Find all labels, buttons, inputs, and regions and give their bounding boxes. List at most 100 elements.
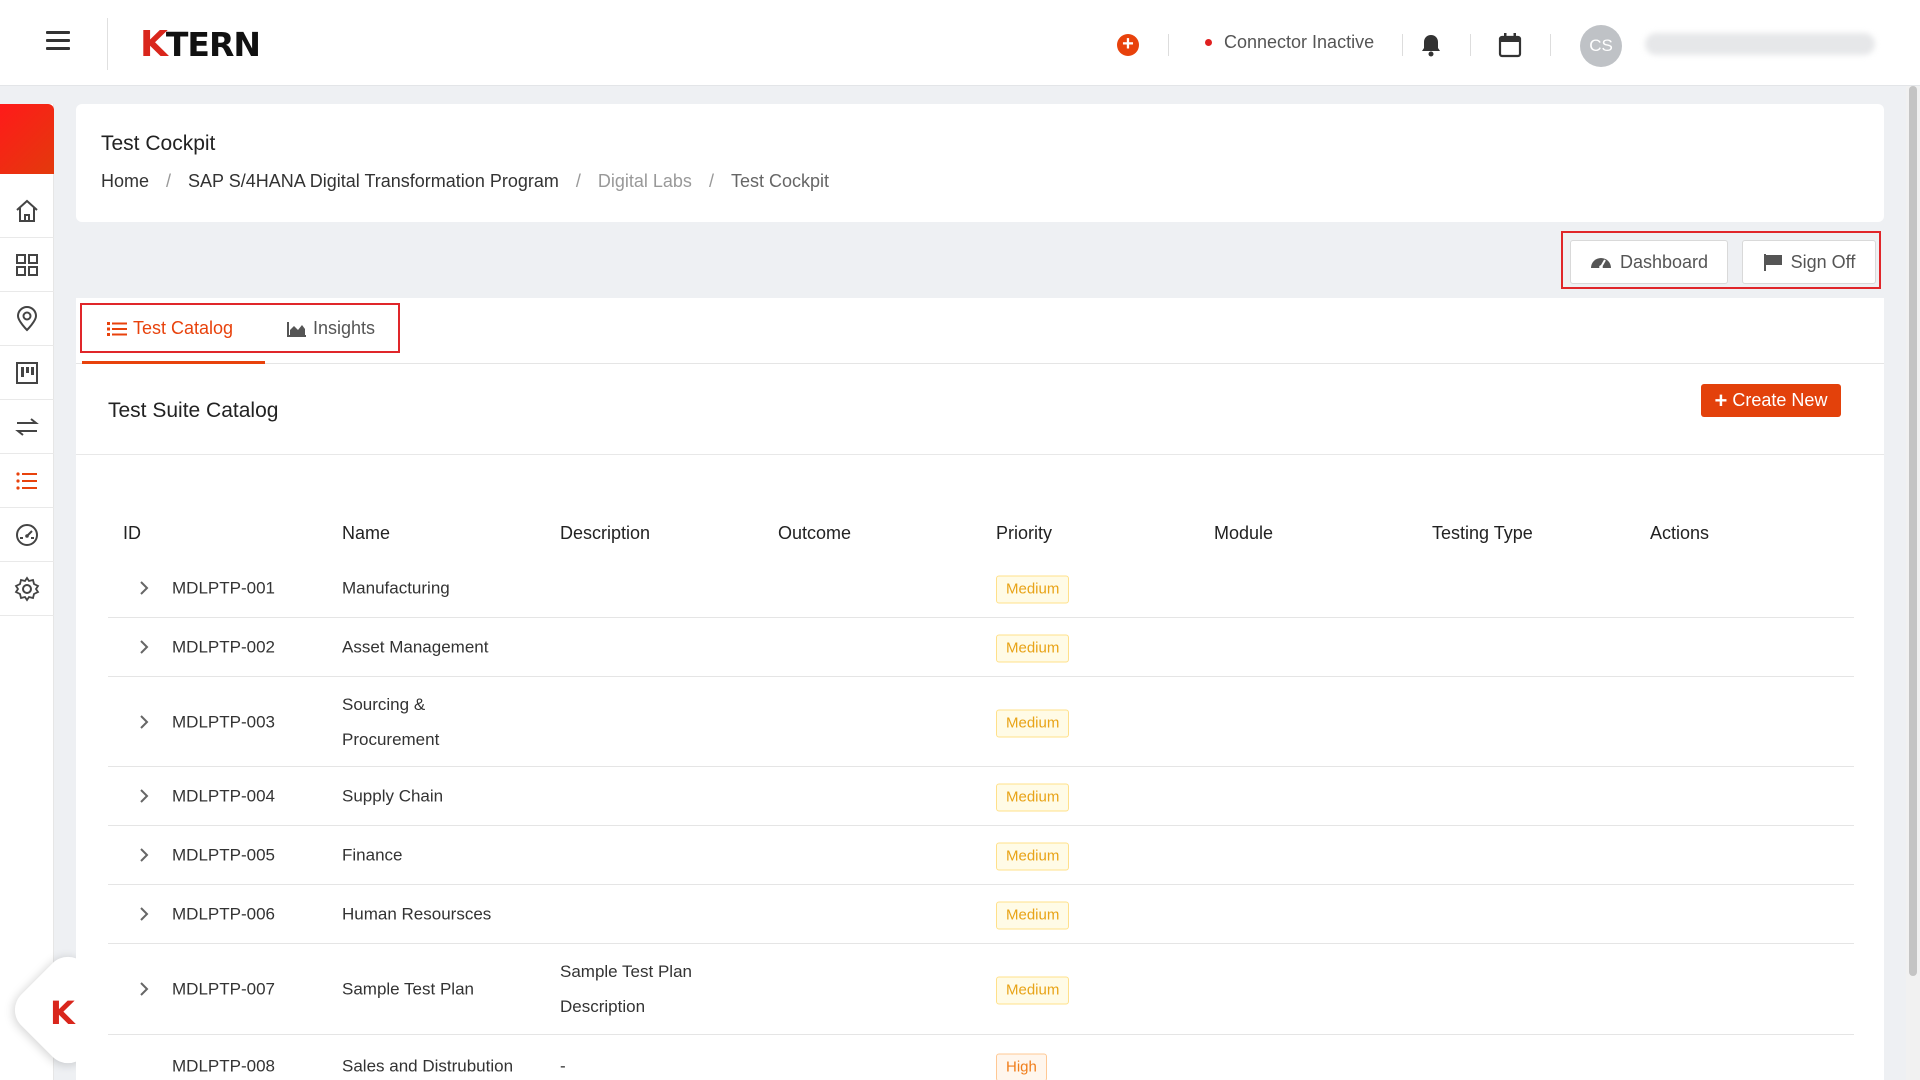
grid-icon bbox=[16, 253, 38, 276]
table-row[interactable]: MDLPTP-001 Manufacturing Medium bbox=[108, 559, 1854, 618]
priority-badge: Medium bbox=[996, 901, 1070, 930]
breadcrumb-separator: / bbox=[575, 171, 581, 191]
sidebar-item-transfer[interactable] bbox=[0, 400, 54, 454]
breadcrumb-separator: / bbox=[708, 171, 714, 191]
row-name[interactable]: Manufacturing bbox=[342, 571, 450, 606]
sidebar-item-test-catalog[interactable] bbox=[0, 454, 54, 508]
table-row[interactable]: MDLPTP-004 Supply Chain Medium bbox=[108, 767, 1854, 826]
connector-status-label: Connector Inactive bbox=[1224, 32, 1375, 52]
expand-chevron-icon[interactable] bbox=[136, 788, 152, 804]
create-new-label: Create New bbox=[1732, 390, 1828, 410]
scrollbar-thumb[interactable] bbox=[1909, 86, 1917, 976]
dashboard-gauge-icon bbox=[1590, 258, 1611, 269]
create-new-button[interactable]: + Create New bbox=[1701, 384, 1841, 417]
col-description: Description bbox=[560, 523, 651, 543]
gauge-icon bbox=[16, 523, 38, 546]
row-name[interactable]: Supply Chain bbox=[342, 779, 443, 814]
row-id: MDLPTP-005 bbox=[172, 845, 275, 865]
breadcrumb-current: Test Cockpit bbox=[730, 171, 829, 191]
table-row[interactable]: MDLPTP-005 Finance Medium bbox=[108, 826, 1854, 885]
row-id: MDLPTP-002 bbox=[172, 637, 275, 657]
table-header: ID Name Description Outcome Priority Mod… bbox=[108, 523, 1854, 559]
logo-text: TERN bbox=[165, 24, 261, 64]
username-blurred[interactable] bbox=[1645, 33, 1875, 55]
table-row[interactable]: MDLPTP-008 Sales and Distrubution - High bbox=[108, 1035, 1854, 1080]
expand-chevron-icon[interactable] bbox=[136, 714, 152, 730]
tab-insights[interactable]: Insights bbox=[287, 318, 375, 339]
settings-gear-icon bbox=[14, 575, 40, 602]
notification-bell-icon[interactable] bbox=[1420, 33, 1442, 62]
dashboard-button[interactable]: Dashboard bbox=[1570, 240, 1728, 284]
swap-arrows-icon bbox=[15, 417, 39, 436]
col-testing-type: Testing Type bbox=[1432, 523, 1533, 543]
row-id: MDLPTP-001 bbox=[172, 578, 275, 598]
col-id: ID bbox=[123, 523, 141, 543]
priority-badge: Medium bbox=[996, 976, 1070, 1005]
col-actions: Actions bbox=[1650, 523, 1710, 543]
row-id: MDLPTP-007 bbox=[172, 979, 275, 999]
sidebar-item-home[interactable] bbox=[0, 184, 54, 238]
floating-ktern-k[interactable]: K bbox=[50, 994, 75, 1032]
add-plus-icon[interactable]: + bbox=[1117, 34, 1139, 56]
expand-chevron-icon[interactable] bbox=[136, 580, 152, 596]
breadcrumb-digital-labs[interactable]: Digital Labs bbox=[598, 171, 692, 192]
expand-chevron-icon[interactable] bbox=[136, 906, 152, 922]
tab-bar: Test Catalog Insights bbox=[76, 298, 1884, 364]
test-suite-table: ID Name Description Outcome Priority Mod… bbox=[108, 523, 1854, 1080]
priority-badge: Medium bbox=[996, 634, 1070, 663]
expand-chevron-icon[interactable] bbox=[136, 847, 152, 863]
catalog-section-header: Test Suite Catalog + Create New bbox=[76, 364, 1884, 455]
header-separator bbox=[1402, 34, 1403, 56]
page-scrollbar[interactable] bbox=[1906, 86, 1920, 1080]
row-name[interactable]: Finance bbox=[342, 838, 402, 873]
row-id: MDLPTP-004 bbox=[172, 786, 275, 806]
page-title-card: Test Cockpit Home / SAP S/4HANA Digital … bbox=[76, 104, 1884, 222]
hamburger-menu-icon[interactable] bbox=[46, 31, 70, 51]
row-name[interactable]: Sample Test Plan bbox=[342, 972, 474, 1007]
col-module: Module bbox=[1214, 523, 1274, 543]
expand-chevron-icon[interactable] bbox=[136, 981, 152, 997]
priority-badge: Medium bbox=[996, 783, 1070, 812]
sign-off-button[interactable]: Sign Off bbox=[1742, 240, 1876, 284]
row-description: Sample Test Plan Description bbox=[560, 962, 692, 1016]
row-id: MDLPTP-003 bbox=[172, 712, 275, 731]
test-catalog-card: Test Catalog Insights Test Suite Catalog… bbox=[76, 298, 1884, 1080]
user-avatar[interactable]: CS bbox=[1580, 25, 1622, 67]
expand-chevron-icon[interactable] bbox=[136, 639, 152, 655]
header-divider bbox=[107, 18, 108, 70]
tab-test-catalog-label: Test Catalog bbox=[133, 318, 234, 338]
location-pin-icon bbox=[16, 305, 38, 331]
list-icon bbox=[16, 471, 37, 490]
breadcrumb-separator: / bbox=[166, 171, 172, 191]
priority-badge: Medium bbox=[996, 842, 1070, 871]
table-row[interactable]: MDLPTP-007 Sample Test Plan Sample Test … bbox=[108, 944, 1854, 1035]
row-name[interactable]: Asset Management bbox=[342, 630, 488, 665]
row-name[interactable]: Sourcing & Procurement bbox=[342, 687, 452, 757]
row-name[interactable]: Human Resoursces bbox=[342, 897, 491, 932]
breadcrumb-home[interactable]: Home bbox=[101, 171, 149, 192]
sidebar-item-dashboard[interactable] bbox=[0, 508, 54, 562]
priority-badge: Medium bbox=[996, 575, 1070, 604]
sidebar-item-location[interactable] bbox=[0, 292, 54, 346]
connector-status[interactable]: Connector Inactive bbox=[1205, 32, 1374, 53]
table-row[interactable]: MDLPTP-002 Asset Management Medium bbox=[108, 618, 1854, 677]
plus-icon: + bbox=[1714, 387, 1728, 413]
logo-k: K bbox=[140, 23, 168, 65]
sidebar-item-board[interactable] bbox=[0, 346, 54, 400]
top-header: K TERN + Connector Inactive CS bbox=[0, 0, 1920, 86]
flag-icon bbox=[1763, 254, 1782, 271]
ktern-logo[interactable]: K TERN bbox=[140, 23, 261, 65]
row-name[interactable]: Sales and Distrubution bbox=[342, 1049, 513, 1080]
calendar-icon[interactable] bbox=[1498, 32, 1522, 63]
row-description: - bbox=[560, 1056, 566, 1076]
dashboard-label: Dashboard bbox=[1619, 251, 1709, 272]
tab-test-catalog[interactable]: Test Catalog bbox=[107, 318, 233, 339]
area-chart-icon bbox=[287, 321, 306, 337]
table-row[interactable]: MDLPTP-006 Human Resoursces Medium bbox=[108, 885, 1854, 944]
breadcrumb-program[interactable]: SAP S/4HANA Digital Transformation Progr… bbox=[188, 171, 559, 192]
priority-badge: Medium bbox=[996, 709, 1070, 737]
table-row[interactable]: MDLPTP-003 Sourcing & Procurement Medium bbox=[108, 677, 1854, 767]
sidebar-item-apps[interactable] bbox=[0, 238, 54, 292]
header-separator bbox=[1168, 34, 1169, 56]
sidebar-item-settings[interactable] bbox=[0, 562, 54, 616]
